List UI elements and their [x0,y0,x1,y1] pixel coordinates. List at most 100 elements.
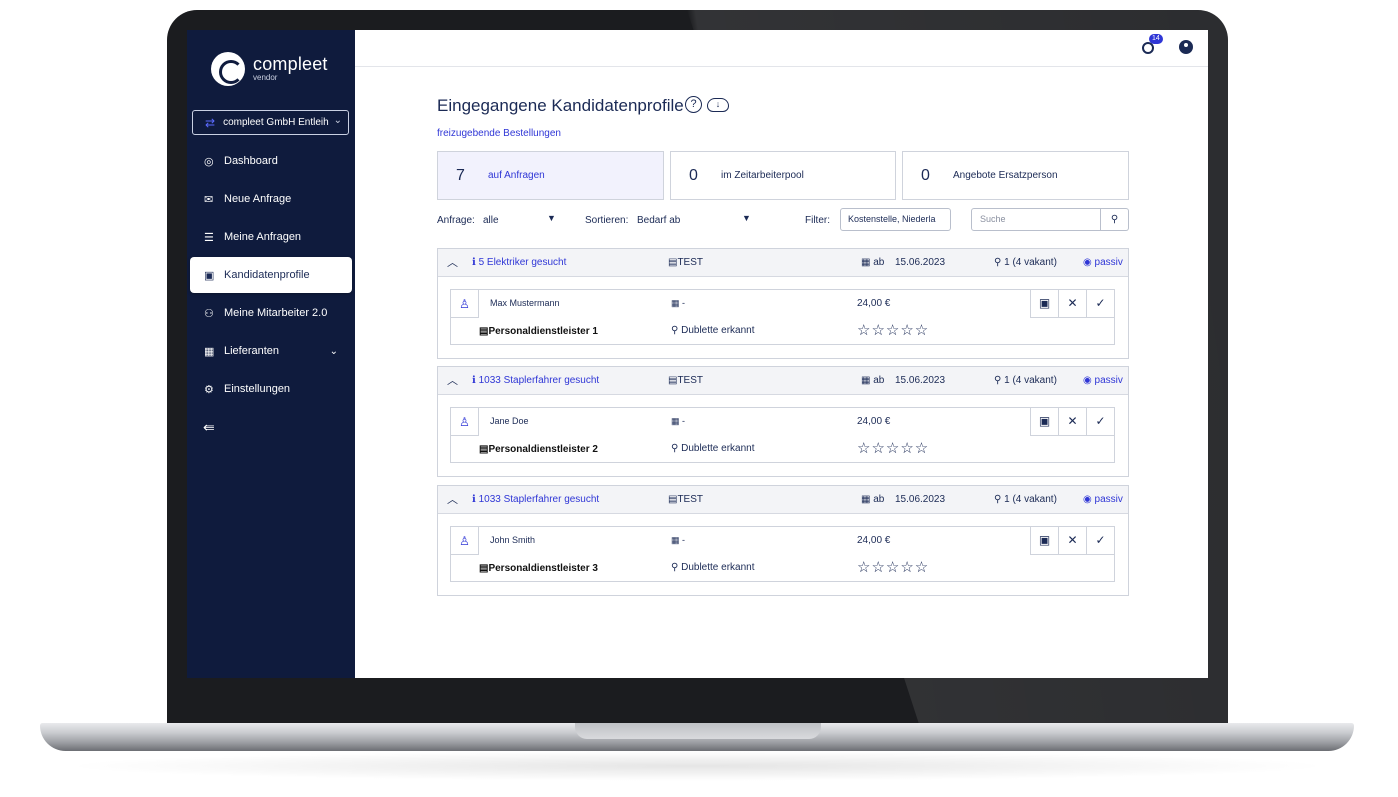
person-icon: ♙ [451,527,479,555]
chevron-up-icon[interactable]: ︿ [447,372,458,388]
user-account-icon[interactable] [1179,40,1193,54]
request-status[interactable]: ◉ passiv [1083,375,1123,386]
candidate-availability: ▦ - [671,535,686,545]
stat-label: auf Anfragen [488,170,545,181]
search-input[interactable]: Suche [971,208,1101,231]
sidebar-item-label: Lieferanten [224,345,280,357]
collapse-sidebar-icon[interactable]: ⇚ [203,419,215,436]
sidebar-item-label: Einstellungen [224,383,291,395]
accept-icon[interactable]: ✓ [1086,408,1114,436]
calendar-add-icon[interactable]: ▣ [1030,290,1058,318]
filter-input[interactable]: Kostenstelle, Niederla [840,208,951,231]
building-icon: ▦ [204,345,215,358]
profile-document-icon: ▣ [204,269,215,282]
request-start: ▦ ab [861,257,885,268]
request-tag: ▤TEST [668,494,704,505]
calendar-add-icon[interactable]: ▣ [1030,527,1058,555]
duplicate-hint: ⚲ Dublette erkannt [671,325,755,336]
candidate-name[interactable]: Max Mustermann [490,298,560,308]
request-vacancies: ⚲ 1 (4 vakant) [994,375,1057,386]
sidebar-item-label: Neue Anfrage [224,193,292,205]
accept-icon[interactable]: ✓ [1086,290,1114,318]
request-title[interactable]: ℹ 1033 Staplerfahrer gesucht [472,494,599,505]
candidate-price: 24,00 € [857,535,891,546]
sidebar-item-lieferanten[interactable]: ▦ Lieferanten ⌄ [190,333,352,369]
request-start: ▦ ab [861,375,885,386]
swap-icon: ⇄ [205,115,216,130]
reject-icon[interactable]: ✕ [1058,527,1086,555]
tenant-label: compleet GmbH Entleih [223,117,329,128]
duplicate-hint: ⚲ Dublette erkannt [671,443,755,454]
anfrage-select[interactable]: alle [483,215,499,226]
sidebar-item-dashboard[interactable]: ◎ Dashboard [190,143,352,179]
request-card: ︿ ℹ 5 Elektriker gesucht ▤TEST ▦ ab 15.0… [437,248,1129,359]
candidate-name[interactable]: Jane Doe [490,416,529,426]
stat-auf-anfragen[interactable]: 7 auf Anfragen [437,151,664,200]
sort-select[interactable]: Bedarf ab [637,215,680,226]
request-date: 15.06.2023 [895,375,946,386]
calendar-add-icon[interactable]: ▣ [1030,408,1058,436]
rating-stars[interactable]: ☆☆☆☆☆ [857,558,929,576]
stat-number: 0 [921,166,930,184]
sidebar-item-label: Meine Mitarbeiter 2.0 [224,307,328,319]
candidate-availability: ▦ - [671,298,686,308]
sidebar-item-einstellungen[interactable]: ⚙ Einstellungen [190,371,352,407]
stat-number: 0 [689,166,698,184]
chevron-up-icon[interactable]: ︿ [447,254,458,270]
request-card: ︿ ℹ 1033 Staplerfahrer gesucht ▤TEST ▦ a… [437,485,1129,596]
accept-icon[interactable]: ✓ [1086,527,1114,555]
stat-zeitarbeiterpool[interactable]: 0 im Zeitarbeiterpool [670,151,896,200]
envelope-icon: ✉ [204,193,214,206]
candidate-provider: ▤Personaldienstleister 2 [479,444,598,455]
chevron-up-icon[interactable]: ︿ [447,491,458,507]
person-icon: ♙ [451,408,479,436]
sort-label: Sortieren: [585,215,629,226]
search-icon[interactable]: ⚲ [1101,208,1129,231]
list-icon: ☰ [204,231,214,244]
candidate-name[interactable]: John Smith [490,535,535,545]
sidebar-item-label: Kandidatenprofile [224,269,310,281]
cloud-download-icon[interactable]: ↓ [707,97,729,112]
reject-icon[interactable]: ✕ [1058,408,1086,436]
chevron-down-icon: ⌄ [329,345,338,357]
candidate-provider: ▤Personaldienstleister 1 [479,326,598,337]
sidebar-item-meine-anfragen[interactable]: ☰ Meine Anfragen [190,219,352,255]
logo-sub: vendor [253,73,278,82]
rating-stars[interactable]: ☆☆☆☆☆ [857,439,929,457]
tenant-switcher[interactable]: ⇄ compleet GmbH Entleih ⌄ [192,110,349,135]
caret-down-icon[interactable]: ▼ [742,213,751,223]
caret-down-icon[interactable]: ▼ [547,213,556,223]
stat-label: im Zeitarbeiterpool [721,170,804,181]
request-title[interactable]: ℹ 1033 Staplerfahrer gesucht [472,375,599,386]
duplicate-hint: ⚲ Dublette erkannt [671,562,755,573]
request-card-header[interactable]: ︿ ℹ 1033 Staplerfahrer gesucht ▤TEST ▦ a… [438,367,1128,395]
request-card-header[interactable]: ︿ ℹ 1033 Staplerfahrer gesucht ▤TEST ▦ a… [438,486,1128,514]
request-card-header[interactable]: ︿ ℹ 5 Elektriker gesucht ▤TEST ▦ ab 15.0… [438,249,1128,277]
candidate-provider: ▤Personaldienstleister 3 [479,563,598,574]
notification-badge: 14 [1149,34,1163,44]
request-tag: ▤TEST [668,257,704,268]
filter-label: Filter: [805,215,830,226]
request-status[interactable]: ◉ passiv [1083,257,1123,268]
reject-icon[interactable]: ✕ [1058,290,1086,318]
freizugebende-bestellungen-link[interactable]: freizugebende Bestellungen [437,128,561,139]
sidebar: compleet vendor ⇄ compleet GmbH Entleih … [187,30,355,678]
stat-angebote-ersatzperson[interactable]: 0 Angebote Ersatzperson [902,151,1129,200]
help-icon[interactable]: ? [685,96,702,113]
candidate-row: ♙ Max Mustermann ▦ - 24,00 € ▤Personaldi… [450,289,1115,345]
sidebar-item-neue-anfrage[interactable]: ✉ Neue Anfrage [190,181,352,217]
request-start: ▦ ab [861,494,885,505]
logo[interactable]: compleet vendor [211,52,328,86]
app-screen: compleet vendor ⇄ compleet GmbH Entleih … [187,30,1208,678]
users-icon: ⚇ [204,307,214,320]
request-title[interactable]: ℹ 5 Elektriker gesucht [472,257,566,268]
request-status[interactable]: ◉ passiv [1083,494,1123,505]
chevron-down-icon: ⌄ [333,115,342,126]
sidebar-item-meine-mitarbeiter[interactable]: ⚇ Meine Mitarbeiter 2.0 [190,295,352,331]
filter-bar: Anfrage: alle ▼ Sortieren: Bedarf ab ▼ F… [437,208,1137,232]
rating-stars[interactable]: ☆☆☆☆☆ [857,321,929,339]
sidebar-item-kandidatenprofile[interactable]: ▣ Kandidatenprofile [190,257,352,293]
page-title: Eingegangene Kandidatenprofile [437,96,684,115]
request-vacancies: ⚲ 1 (4 vakant) [994,494,1057,505]
sidebar-item-label: Dashboard [224,155,278,167]
